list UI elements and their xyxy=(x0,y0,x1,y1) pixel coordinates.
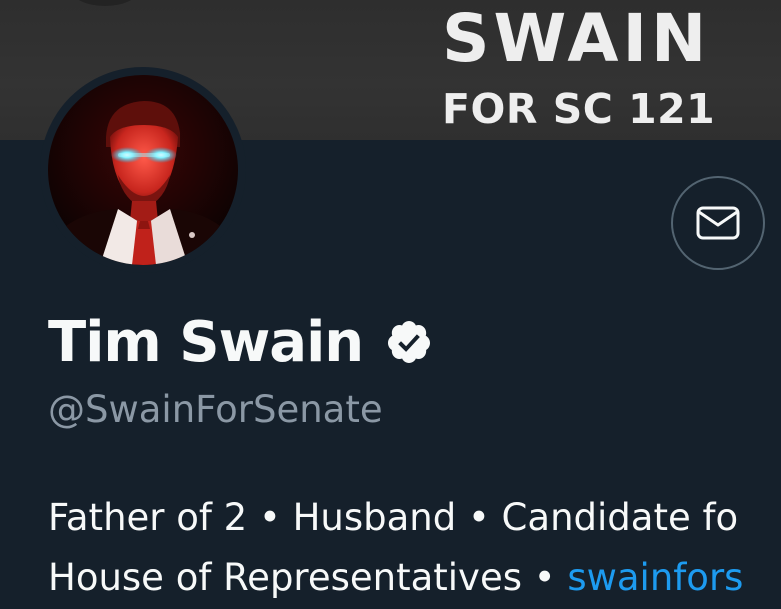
profile-photo xyxy=(48,75,238,265)
bio-line-1: Father of 2 • Husband • Candidate fo xyxy=(48,496,739,539)
envelope-icon xyxy=(696,206,740,240)
verified-badge-icon[interactable] xyxy=(385,318,433,366)
profile-bio: Father of 2 • Husband • Candidate fo Hou… xyxy=(48,488,781,608)
bio-text: House of Representatives • xyxy=(48,556,568,599)
bio-website-link[interactable]: swainfors xyxy=(567,556,743,599)
username-handle: @SwainForSenate xyxy=(48,388,383,431)
bio-line-2: House of Representatives • swainfors xyxy=(48,548,781,608)
banner-headline: SWAIN xyxy=(442,0,711,77)
message-button[interactable] xyxy=(671,176,765,270)
display-name: Tim Swain xyxy=(48,309,364,375)
avatar[interactable] xyxy=(48,75,238,265)
banner-subheadline: FOR SC 121 xyxy=(442,85,716,133)
name-row: Tim Swain xyxy=(48,306,433,378)
banner-graphic xyxy=(70,0,140,6)
